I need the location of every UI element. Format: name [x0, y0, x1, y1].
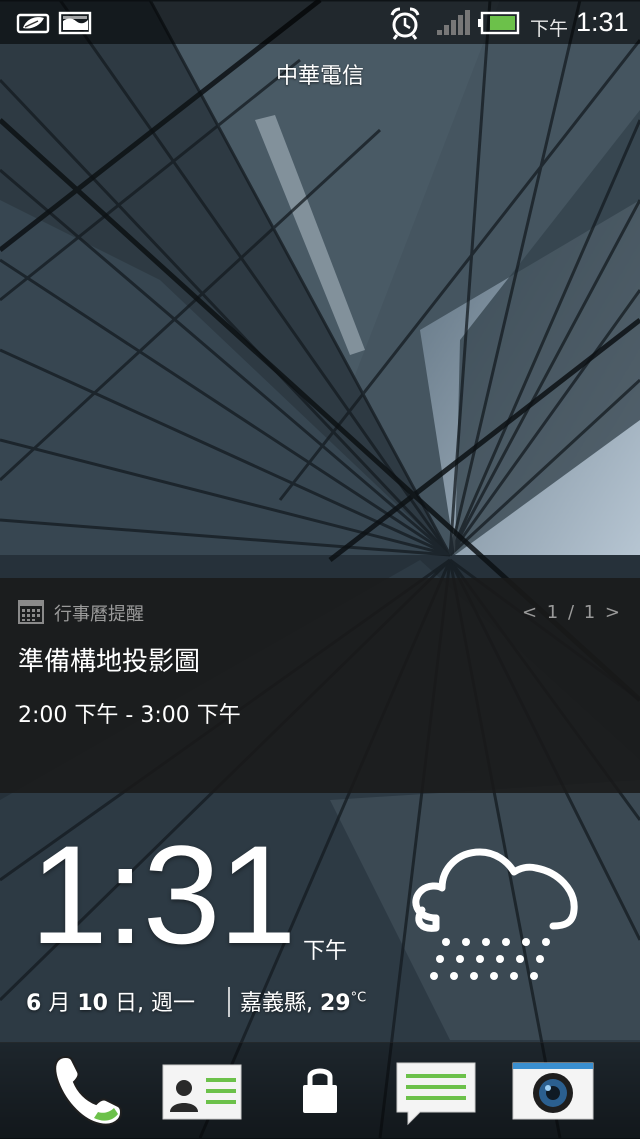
phone-icon[interactable]: [48, 1052, 126, 1128]
weather-location: 嘉義縣, 29°C: [240, 985, 366, 1017]
notification-time: 2:00 下午 - 3:00 下午: [18, 703, 241, 728]
battery-icon: [478, 11, 520, 35]
temperature: 29: [320, 991, 351, 1016]
status-bar: 下午 1:31: [0, 0, 640, 44]
location-name: 嘉義縣,: [240, 991, 313, 1016]
leaf-notification-icon: [16, 13, 50, 34]
signal-icon: [437, 10, 470, 35]
notification-title: 準備構地投影圖: [18, 647, 201, 677]
temperature-unit: °C: [350, 990, 367, 1006]
calendar-icon: [18, 600, 44, 624]
month-number: 6: [26, 991, 42, 1016]
date-label: 6 月 10 日, 週一: [26, 985, 195, 1017]
lockscreen-clock: 1:31: [30, 816, 296, 973]
date-location-divider: [228, 987, 230, 1017]
alarm-icon: [390, 7, 420, 40]
day-number: 10: [77, 991, 108, 1016]
clock-ampm: 下午: [303, 939, 348, 964]
carrier-name: 中華電信: [275, 64, 364, 89]
day-label: 日, 週一: [114, 991, 195, 1016]
month-label: 月: [48, 991, 71, 1016]
camera-icon[interactable]: [512, 1062, 594, 1120]
rain-cloud-icon: [412, 848, 578, 980]
status-time-ampm: 下午: [530, 18, 569, 40]
messages-icon[interactable]: [396, 1062, 476, 1126]
contacts-icon[interactable]: [162, 1064, 242, 1120]
notification-pager[interactable]: < 1 / 1 >: [522, 602, 622, 623]
lock-icon[interactable]: [300, 1063, 340, 1115]
image-notification-icon: [58, 11, 92, 35]
status-time: 1:31: [576, 7, 629, 37]
notification-app-name: 行事曆提醒: [54, 604, 144, 625]
